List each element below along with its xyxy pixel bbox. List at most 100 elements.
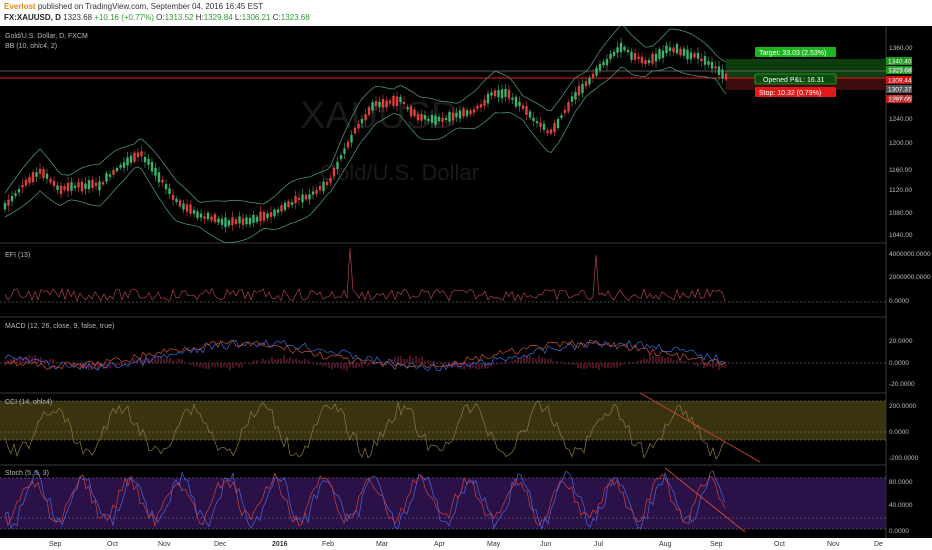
candle-body <box>437 116 441 122</box>
candle-body <box>66 182 70 191</box>
price-axis-tick: 1280.00 <box>889 95 913 102</box>
candle-body <box>308 194 311 200</box>
candle-body <box>192 210 196 214</box>
candle-body <box>367 107 371 115</box>
efi-axis-tick: 2000000.0000 <box>889 274 931 281</box>
candle-body <box>707 61 710 65</box>
candle-body <box>504 88 507 97</box>
candle-body <box>710 61 714 69</box>
candle-body <box>318 185 322 191</box>
candle-body <box>703 56 707 65</box>
candle-body <box>252 214 255 223</box>
candle-body <box>42 169 45 179</box>
candle-body <box>357 124 360 129</box>
price-axis-tick: 1040.00 <box>889 232 913 239</box>
candle-body <box>280 205 283 212</box>
candle-body <box>640 56 644 64</box>
candle-body <box>413 109 416 116</box>
candle-body <box>241 218 245 226</box>
stoch-axis-tick: 80.0000 <box>889 479 913 486</box>
cci-axis-tick: -200.0000 <box>889 455 919 462</box>
candle-body <box>486 93 490 104</box>
candle-body <box>525 106 528 115</box>
candle-body <box>591 73 595 79</box>
candle-body <box>395 96 399 107</box>
candle-body <box>532 117 535 121</box>
candle-body <box>612 51 616 56</box>
candle-body <box>87 180 91 190</box>
candle-body <box>220 219 224 225</box>
candle-body <box>661 50 665 58</box>
candle-body <box>35 172 38 177</box>
macd-pane-title[interactable]: MACD (12, 26, close, 9, false, true) <box>5 323 114 330</box>
candle-body <box>563 109 567 113</box>
candle-body <box>360 118 364 124</box>
candle-body <box>10 196 14 202</box>
candle-body <box>49 178 52 183</box>
candle-body <box>595 67 598 76</box>
candle-body <box>70 181 73 191</box>
candle-body <box>38 168 42 174</box>
cci-pane-title[interactable]: CCI (14, ohlc4) <box>5 399 52 406</box>
candle-body <box>535 121 539 124</box>
symbol-label[interactable]: FX:XAUUSD, D <box>4 13 61 22</box>
candle-body <box>546 130 549 134</box>
candle-body <box>224 217 227 228</box>
candle-body <box>28 176 31 184</box>
candle-body <box>21 184 24 188</box>
candle-body <box>178 200 182 207</box>
candle-body <box>217 218 220 223</box>
candle-body <box>721 69 724 79</box>
candle-body <box>427 118 430 122</box>
candle-body <box>59 185 63 195</box>
candle-body <box>444 118 448 121</box>
candle-body <box>73 185 77 188</box>
candle-body <box>570 96 574 102</box>
candle-body <box>500 89 504 99</box>
candle-body <box>206 212 210 220</box>
candle-body <box>455 112 458 118</box>
candle-body <box>322 181 325 192</box>
macd-axis-tick: 20.0000 <box>889 338 913 345</box>
open-label: O: <box>156 13 165 22</box>
candle-body <box>542 123 546 130</box>
chart-canvas[interactable]: XAUUSD Gold/U.S. Dollar Target: 33.03 (2… <box>0 26 932 550</box>
last-price: 1323.68 <box>63 13 93 22</box>
candle-body <box>77 182 80 188</box>
macd-axis-tick: 0.0000 <box>889 360 909 367</box>
candle-body <box>490 92 493 96</box>
candle-body <box>451 112 455 121</box>
cci-axis-tick: 0.0000 <box>889 429 909 436</box>
candle-body <box>588 77 591 85</box>
candle-body <box>518 101 521 107</box>
candle-body <box>374 101 378 107</box>
candle-body <box>577 85 581 96</box>
candle-body <box>633 53 637 60</box>
candle-body <box>196 211 199 219</box>
candle-body <box>679 48 682 56</box>
stoch-pane-title[interactable]: Stoch (5, 5, 3) <box>5 470 49 477</box>
candle-body <box>210 216 213 221</box>
candle-body <box>469 110 472 115</box>
candle-body <box>339 155 343 160</box>
candle-body <box>273 209 276 217</box>
candle-body <box>686 49 689 60</box>
efi-pane-title[interactable]: EFI (13) <box>5 252 30 259</box>
time-axis-label: Dec <box>214 541 227 548</box>
candle-body <box>129 155 133 163</box>
bb-indicator-label[interactable]: BB (10, ohlc4, 2) <box>5 43 57 50</box>
candle-body <box>388 100 392 104</box>
publish-info: published on TradingView.com, September … <box>37 2 264 11</box>
candle-body <box>507 89 511 99</box>
candle-body <box>262 211 266 221</box>
time-axis-label: De <box>874 541 883 548</box>
candle-body <box>626 49 630 53</box>
candle-body <box>122 162 126 168</box>
candle-body <box>385 100 388 108</box>
candle-body <box>185 204 189 212</box>
candle-body <box>651 53 654 64</box>
time-axis-label: Aug <box>659 541 672 548</box>
candle-body <box>458 110 462 119</box>
author-link[interactable]: Everlost <box>4 2 36 11</box>
high-value: 1329.84 <box>203 13 233 22</box>
